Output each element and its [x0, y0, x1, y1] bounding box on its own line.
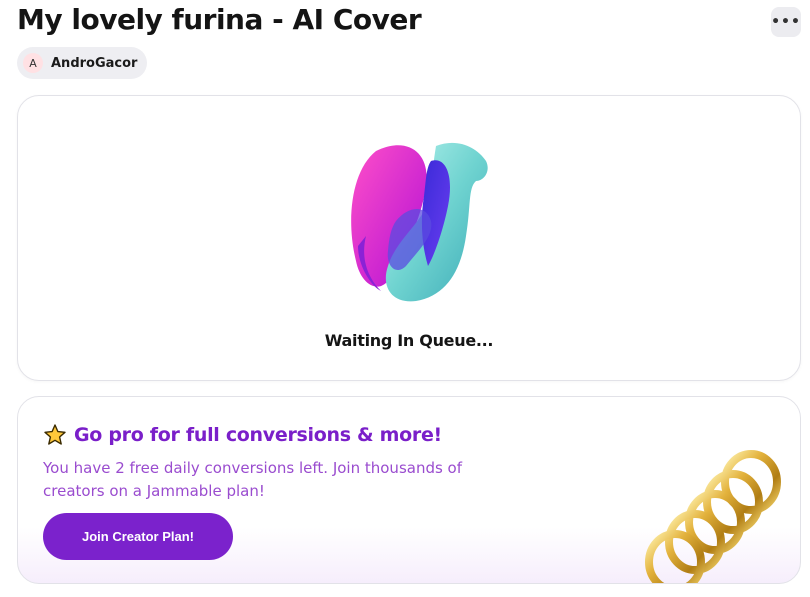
avatar: A	[23, 53, 43, 73]
promo-title-row: Go pro for full conversions & more!	[43, 423, 442, 447]
join-creator-plan-button[interactable]: Join Creator Plan!	[43, 513, 233, 560]
page-title: My lovely furina - AI Cover	[17, 3, 422, 36]
queue-status-text: Waiting In Queue...	[324, 331, 494, 350]
more-options-button[interactable]: •••	[771, 7, 801, 37]
gold-coil-icon	[645, 450, 781, 583]
page: My lovely furina - AI Cover ••• A AndroG…	[0, 0, 810, 597]
queue-card: Waiting In Queue...	[17, 95, 801, 381]
promo-description: You have 2 free daily conversions left. …	[43, 459, 463, 500]
star-icon	[44, 424, 66, 445]
promo-title: Go pro for full conversions & more!	[74, 424, 442, 446]
author-name: AndroGacor	[51, 55, 138, 71]
more-icon: •••	[771, 14, 801, 30]
abstract-art-icon	[351, 142, 488, 302]
author-chip[interactable]: A AndroGacor	[17, 47, 148, 79]
promo-card: Go pro for full conversions & more! You …	[17, 396, 801, 584]
